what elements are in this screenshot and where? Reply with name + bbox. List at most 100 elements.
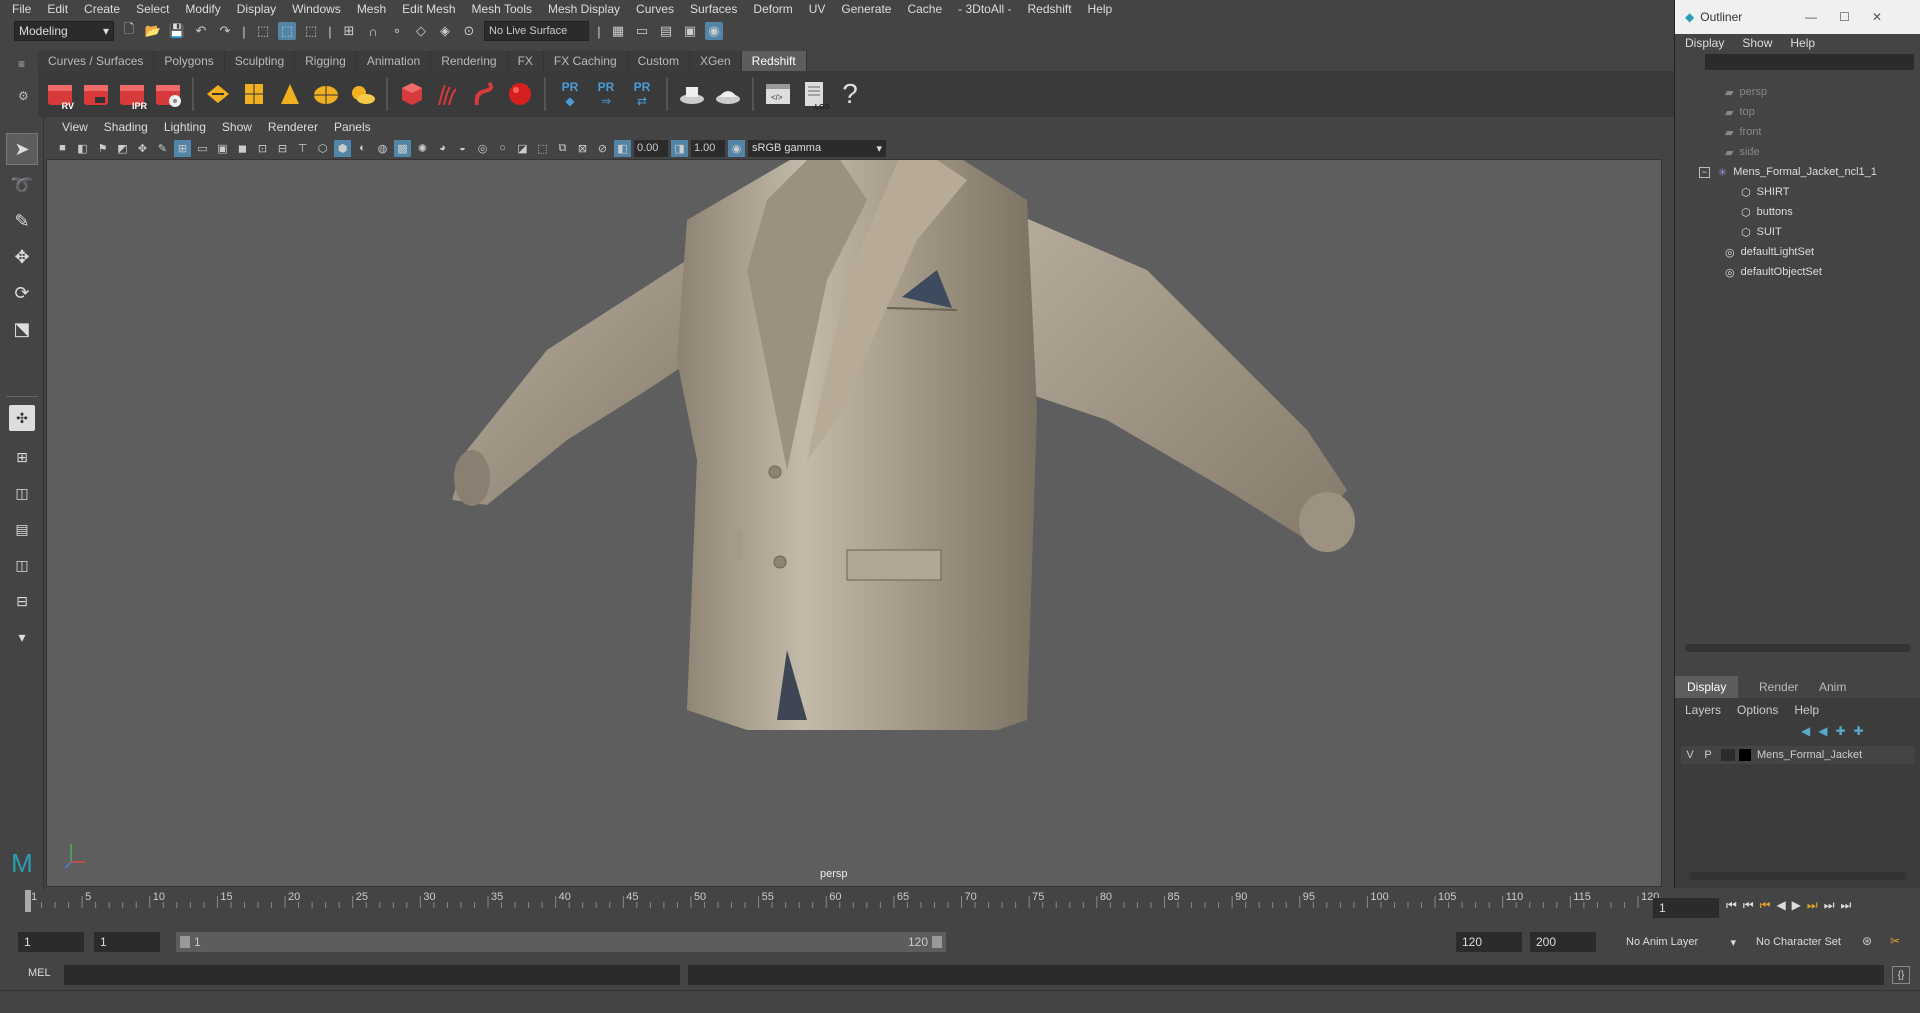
menu-display[interactable]: Display: [229, 2, 284, 16]
select-object-icon[interactable]: ⬚: [278, 22, 296, 40]
shadows-icon[interactable]: ◕: [434, 140, 451, 157]
menu-mesh-display[interactable]: Mesh Display: [540, 2, 628, 16]
menu-select[interactable]: Select: [128, 2, 177, 16]
command-language-toggle[interactable]: MEL: [28, 967, 51, 979]
animation-preferences-icon[interactable]: ✂: [1890, 934, 1900, 948]
redshift-render-view-icon[interactable]: RV: [44, 77, 76, 111]
single-perspective-layout-icon[interactable]: ✣: [9, 405, 35, 431]
multisample-aa-icon[interactable]: ○: [494, 140, 511, 157]
redshift-curve-icon[interactable]: [468, 77, 500, 111]
select-hierarchy-icon[interactable]: ⬚: [254, 22, 272, 40]
outliner-layout-icon[interactable]: ⊟: [6, 585, 38, 617]
mode-selector[interactable]: Modeling ▾: [14, 21, 114, 41]
go-to-end-icon[interactable]: ⏭: [1841, 898, 1852, 913]
redshift-area-light-icon[interactable]: [238, 77, 270, 111]
outliner-search-input[interactable]: [1705, 54, 1914, 70]
redshift-spot-light-icon[interactable]: [274, 77, 306, 111]
isolate-select-icon[interactable]: ⬚: [534, 140, 551, 157]
menu-mesh[interactable]: Mesh: [349, 2, 394, 16]
script-editor-button-icon[interactable]: {}: [1892, 966, 1910, 984]
menu-file[interactable]: File: [4, 2, 39, 16]
perspective-graph-layout-icon[interactable]: ▤: [6, 513, 38, 545]
redshift-sphere-icon[interactable]: [504, 77, 536, 111]
snap-curve-icon[interactable]: ∩: [364, 22, 382, 40]
default-material-icon[interactable]: ◐: [354, 140, 371, 157]
safe-title-icon[interactable]: ⊤: [294, 140, 311, 157]
menu-curves[interactable]: Curves: [628, 2, 682, 16]
tab-xgen[interactable]: XGen: [689, 51, 742, 71]
motion-blur-icon[interactable]: ◎: [474, 140, 491, 157]
viewport-menu-lighting[interactable]: Lighting: [156, 120, 214, 134]
smooth-shade-icon[interactable]: ⬢: [334, 139, 351, 157]
tab-animation[interactable]: Animation: [356, 51, 432, 71]
menu-cache[interactable]: Cache: [899, 2, 950, 16]
layer-menu-help[interactable]: Help: [1794, 703, 1819, 717]
live-surface-field[interactable]: No Live Surface: [484, 21, 589, 41]
menu-help[interactable]: Help: [1080, 2, 1121, 16]
tab-rendering[interactable]: Rendering: [431, 51, 508, 71]
collapse-icon[interactable]: −: [1699, 166, 1710, 178]
menu-surfaces[interactable]: Surfaces: [682, 2, 745, 16]
outliner-item-top[interactable]: ▰ top: [1725, 102, 1755, 122]
layer-tab-anim[interactable]: Anim: [1807, 676, 1858, 698]
snap-live-icon[interactable]: ⊙: [460, 22, 478, 40]
redshift-proxy-icon[interactable]: [202, 77, 234, 111]
layer-playback-toggle[interactable]: P: [1699, 749, 1717, 761]
snap-view-plane-icon[interactable]: ◇: [412, 22, 430, 40]
script-editor-icon[interactable]: </>: [762, 77, 794, 111]
playback-end-field[interactable]: 120: [1456, 932, 1522, 952]
layout-options-icon[interactable]: ▾: [6, 621, 38, 653]
scale-tool-icon[interactable]: ⬔: [6, 313, 38, 345]
menu-redshift[interactable]: Redshift: [1020, 2, 1080, 16]
select-tool-icon[interactable]: ➤: [6, 133, 38, 165]
render-frame-icon[interactable]: ▭: [633, 22, 651, 40]
shelf-settings-icon[interactable]: ⚙: [18, 89, 29, 103]
perspective-outliner-layout-icon[interactable]: ◫: [6, 477, 38, 509]
tab-polygons[interactable]: Polygons: [154, 51, 225, 71]
redshift-ipr-icon[interactable]: IPR: [116, 77, 148, 111]
new-layer-selected-icon[interactable]: ✚: [1854, 724, 1864, 738]
move-layer-up-icon[interactable]: ◀: [1801, 724, 1810, 738]
range-handle-start[interactable]: [180, 936, 190, 948]
wireframe-on-shaded-icon[interactable]: ◍: [374, 140, 391, 157]
render-view-icon[interactable]: ▣: [681, 22, 699, 40]
render-bowl-icon[interactable]: [712, 77, 744, 111]
move-tool-icon[interactable]: ✥: [6, 241, 38, 273]
four-view-layout-icon[interactable]: ⊞: [6, 441, 38, 473]
camera-select-icon[interactable]: ■: [54, 140, 71, 157]
menu-create[interactable]: Create: [76, 2, 128, 16]
viewport-menu-panels[interactable]: Panels: [326, 120, 379, 134]
use-all-lights-icon[interactable]: ✺: [414, 140, 431, 157]
gamma-field[interactable]: 1.00: [691, 139, 725, 157]
ipr-render-icon[interactable]: ▤: [657, 22, 675, 40]
step-back-frame-icon[interactable]: ⏮: [1743, 898, 1754, 913]
tab-sculpting[interactable]: Sculpting: [224, 51, 296, 71]
layer-menu-options[interactable]: Options: [1737, 703, 1778, 717]
redshift-render-icon[interactable]: [80, 77, 112, 111]
undo-icon[interactable]: ↶: [192, 22, 210, 40]
lasso-tool-icon[interactable]: ➰: [6, 169, 38, 201]
exposure-icon[interactable]: ◧: [614, 139, 631, 157]
view-transform-select[interactable]: sRGB gamma ▾: [748, 139, 886, 157]
image-plane-icon[interactable]: ◩: [114, 140, 131, 157]
redshift-pr-export-icon[interactable]: PR ⇒: [590, 77, 622, 111]
log-icon[interactable]: .LOG: [798, 77, 830, 111]
tab-redshift[interactable]: Redshift: [741, 51, 807, 71]
outliner-horizontal-scrollbar[interactable]: [1685, 644, 1911, 652]
depth-of-field-icon[interactable]: ◪: [514, 140, 531, 157]
step-forward-frame-icon[interactable]: ⏭: [1824, 898, 1835, 913]
viewport-menu-renderer[interactable]: Renderer: [260, 120, 326, 134]
outliner-menu-display[interactable]: Display: [1685, 36, 1742, 50]
render-settings-icon[interactable]: ▦: [609, 22, 627, 40]
hypershade-icon[interactable]: ◉: [705, 22, 723, 40]
color-management-icon[interactable]: ◉: [728, 139, 745, 157]
menu-uv[interactable]: UV: [801, 2, 834, 16]
menu-windows[interactable]: Windows: [284, 2, 349, 16]
outliner-item-shirt[interactable]: ⬡ SHIRT: [1741, 182, 1789, 202]
save-scene-icon[interactable]: 💾: [168, 22, 186, 40]
minimize-icon[interactable]: —: [1805, 10, 1839, 24]
menu-deform[interactable]: Deform: [745, 2, 800, 16]
resolution-gate-icon[interactable]: ▣: [214, 140, 231, 157]
outliner-item-side[interactable]: ▰ side: [1725, 142, 1760, 162]
menu-modify[interactable]: Modify: [177, 2, 228, 16]
